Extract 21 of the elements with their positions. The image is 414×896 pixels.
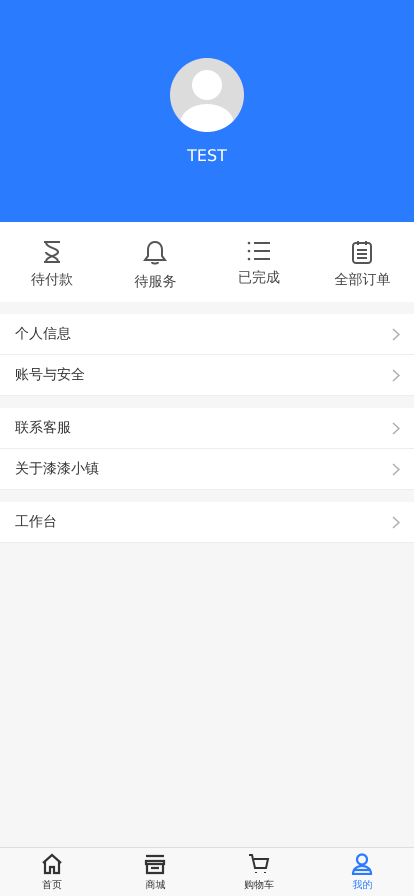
user-icon [351,852,374,874]
tab-bar-item[interactable]: 商城 [104,848,207,896]
chevron-icon [392,422,400,434]
user-name: TEST [187,146,227,165]
cart-icon [248,852,270,874]
order-status-button[interactable]: 待服务 [104,222,207,302]
chevron-icon [392,368,400,382]
tab-bar-item[interactable]: 我的 [310,848,414,896]
store-icon [144,852,166,874]
order-status-button[interactable]: 全部订单 [310,222,414,302]
chevron-icon [392,328,400,340]
bell-icon [143,240,168,266]
list-icon [246,240,271,262]
home-icon [40,852,63,874]
order-status-button[interactable]: 已完成 [207,222,310,302]
chevron-icon [392,516,400,528]
tab-bar-item[interactable]: 首页 [0,848,104,896]
order-status-button[interactable]: 待付款 [0,222,104,302]
clipboard-icon [351,240,374,264]
chevron-icon [392,462,400,476]
tab-bar-item[interactable]: 购物车 [207,848,310,896]
